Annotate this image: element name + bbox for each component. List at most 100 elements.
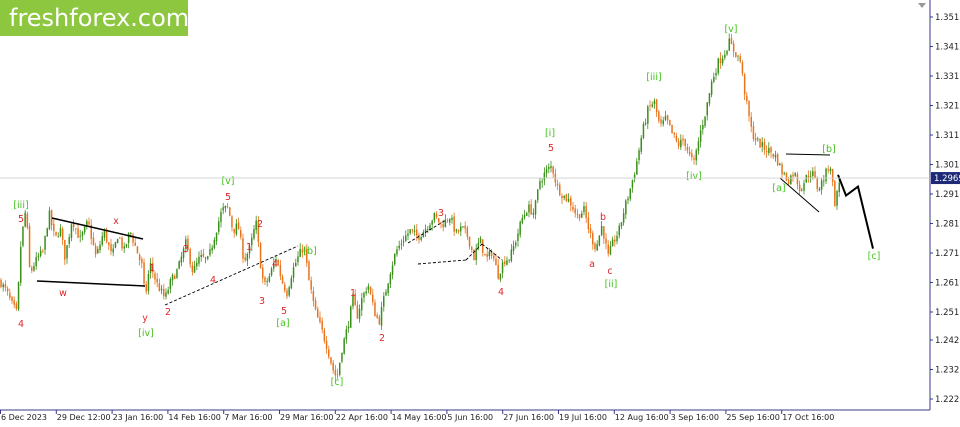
wave-label: 3 — [183, 244, 189, 255]
candle-body — [174, 276, 176, 280]
candle-body — [754, 138, 757, 141]
candles-layer — [0, 33, 840, 381]
candle-body — [383, 296, 385, 307]
candle-body — [671, 124, 673, 133]
candle-body — [284, 284, 286, 291]
candle-body — [504, 261, 506, 265]
candle-body — [350, 306, 352, 328]
candle-body — [407, 233, 409, 236]
candle-body — [708, 93, 711, 104]
candle-body — [94, 245, 97, 255]
candle-body — [695, 150, 697, 161]
candle-body — [39, 250, 42, 257]
candle-body — [79, 235, 81, 237]
candle-body — [680, 139, 682, 148]
candle-body — [35, 257, 37, 267]
candle-body — [796, 174, 799, 185]
candle-body — [431, 220, 433, 225]
pattern-layer — [36, 153, 874, 306]
candle-body — [374, 302, 376, 317]
candle-body — [314, 300, 317, 310]
candle-body — [235, 223, 238, 235]
candle-body — [737, 55, 739, 57]
wave-label: 1 — [149, 263, 155, 274]
candle-body — [20, 246, 22, 283]
candle-body — [585, 206, 587, 218]
candle-body — [376, 315, 378, 318]
candle-body — [783, 173, 785, 174]
wave-label: x — [113, 216, 119, 227]
candle-body — [101, 236, 103, 245]
candle-body — [644, 122, 647, 125]
candle-body — [171, 275, 174, 281]
wave-label: [iv] — [138, 328, 154, 339]
candle-body — [669, 119, 671, 126]
candle-body — [457, 230, 460, 232]
x-tick-label: 14 Feb 16:00 — [168, 413, 220, 422]
candle-body — [83, 226, 86, 233]
candle-body — [64, 239, 66, 260]
candle-body — [11, 296, 13, 301]
candle-body — [154, 273, 156, 280]
candle-body — [539, 181, 541, 189]
y-tick-label: 1.3115 — [935, 131, 960, 141]
candle-body — [240, 230, 242, 238]
candle-body — [741, 62, 744, 74]
candle-body — [746, 95, 748, 102]
candle-body — [495, 258, 497, 266]
candle-body — [31, 267, 33, 271]
current-price-label: 1.2969 — [934, 174, 960, 184]
wave-label: a — [589, 259, 595, 270]
candle-body — [22, 226, 24, 246]
flat-pattern-line-2 — [417, 259, 467, 265]
axes-layer: 1.3515 1.3415 1.3315 1.3215 1.3115 1.3015 1.29… — [0, 0, 960, 422]
candle-body — [209, 249, 211, 256]
wave-label: [a] — [772, 183, 785, 194]
candle-body — [389, 274, 392, 285]
candle-body — [42, 250, 44, 252]
candle-body — [515, 242, 517, 246]
candle-body — [823, 180, 825, 182]
candle-body — [347, 326, 350, 329]
x-tick-label: 7 Mar 16:00 — [224, 413, 272, 422]
candle-body — [603, 226, 605, 239]
candle-body — [290, 278, 293, 289]
candle-body — [28, 226, 31, 267]
candle-body — [224, 205, 227, 209]
wave-label: [v] — [221, 176, 234, 187]
candle-body — [710, 81, 713, 95]
candle-body — [460, 226, 462, 232]
candle-body — [99, 244, 101, 250]
candle-body — [581, 213, 583, 218]
candle-body — [622, 213, 625, 223]
wave-label: [iii] — [646, 72, 661, 83]
candle-body — [9, 292, 11, 298]
candle-body — [570, 197, 572, 206]
candle-body — [2, 284, 4, 287]
chart-area: [iii] 5 4 w x 1 y [iv] 2 3 4 [v] 5 1 2 4 3 5 [a] [b] 1 2 [c] 3 4… — [0, 0, 960, 423]
candle-body — [402, 241, 405, 243]
candle-body — [372, 294, 374, 303]
candle-body — [213, 239, 216, 248]
candle-body — [420, 236, 422, 240]
candle-body — [724, 54, 726, 58]
candle-body — [559, 184, 561, 196]
candle-body — [550, 166, 552, 169]
candle-body — [803, 183, 805, 191]
candle-body — [226, 206, 229, 207]
candle-body — [310, 280, 312, 290]
candle-body — [829, 168, 832, 172]
candle-body — [167, 290, 169, 294]
candle-body — [330, 357, 332, 364]
wave-label: 4 — [498, 287, 504, 298]
candle-body — [774, 154, 777, 158]
candle-body — [295, 262, 297, 267]
candle-body — [552, 166, 554, 174]
candle-body — [508, 259, 510, 261]
wave-label: [iii] — [13, 200, 28, 211]
candle-body — [176, 269, 178, 278]
candle-body — [743, 74, 746, 95]
candle-body — [781, 164, 783, 175]
candle-body — [422, 231, 425, 238]
candle-body — [556, 183, 559, 186]
